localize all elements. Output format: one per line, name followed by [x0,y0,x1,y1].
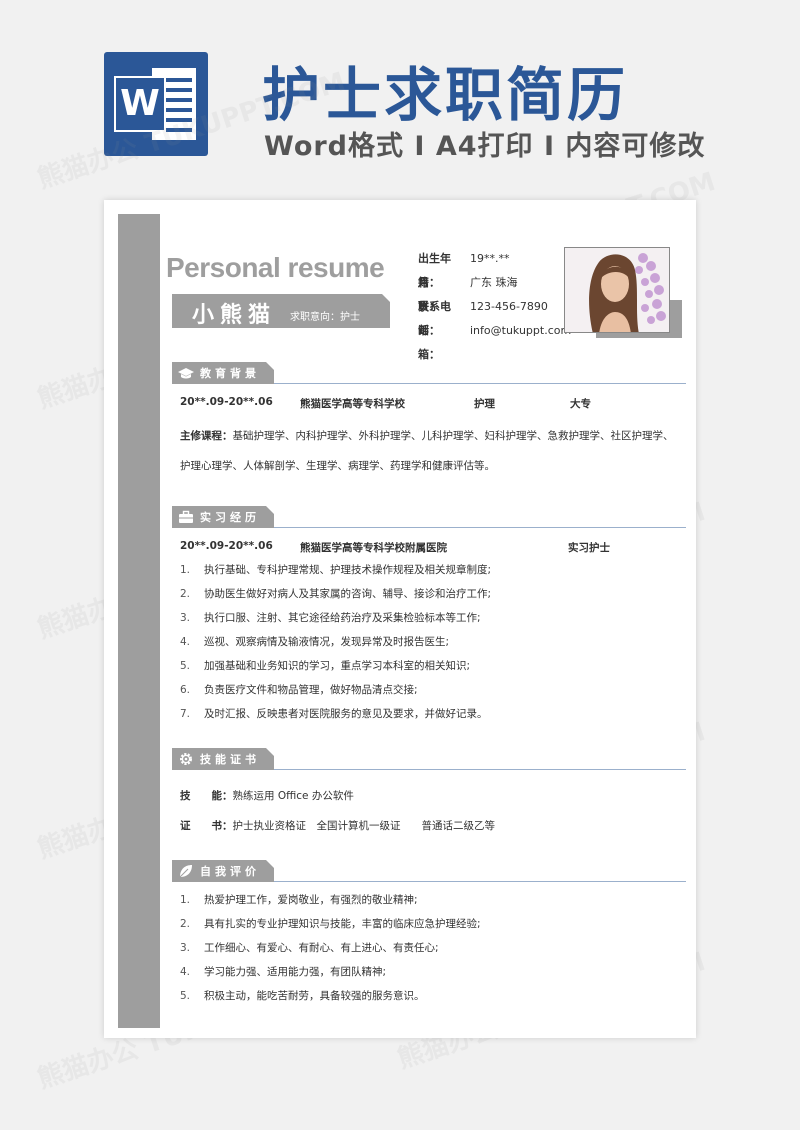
section-rule [274,881,686,882]
banner-subtitle: Word格式 I A4打印 I 内容可修改 [264,131,706,162]
list-item: 3. 工作细心、有爱心、有耐心、有上进心、有责任心; [180,936,481,960]
item-text: 负责医疗文件和物品管理，做好物品清点交接; [204,684,418,696]
item-number: 3. [180,942,191,954]
email-value: info@tukuppt.com [470,324,572,337]
info-row: 联系电话： 123-456-7890 [418,295,571,337]
internship-role: 实习护士 [568,542,610,554]
cert-value: 护士执业资格证 全国计算机一级证 普通话二级乙等 [232,820,496,832]
item-number: 5. [180,990,191,1002]
list-item: 7. 及时汇报、反映患者对医院服务的意见及要求，并做好记录。 [180,702,491,726]
resume-heading: Personal resume [166,252,385,283]
item-number: 3. [180,612,191,624]
item-number: 2. [180,918,191,930]
job-intent: 求职意向：护士 [290,312,360,323]
item-text: 及时汇报、反映患者对医院服务的意见及要求，并做好记录。 [204,708,488,720]
info-row: 籍 贯： 广东 珠海 [418,271,571,313]
item-text: 学习能力强、适用能力强，有团队精神; [204,966,387,978]
item-text: 积极主动，能吃苦耐劳，具备较强的服务意识。 [204,990,425,1002]
courses-label: 主修课程： [180,430,233,442]
leaf-icon [179,865,192,878]
info-label: 籍 贯： [418,276,451,313]
education-period: 20**.09-20**.06 [180,396,273,408]
skill-row: 技 能：熟练运用 Office 办公软件 [180,788,354,803]
section-header-education: 教育背景 [172,362,686,384]
profile-photo [564,247,670,333]
briefcase-icon [179,510,193,523]
item-number: 2. [180,588,191,600]
item-text: 热爱护理工作，爱岗敬业，有强烈的敬业精神; [204,894,418,906]
item-text: 执行口服、注射、其它途径给药治疗及采集检验标本等工作; [204,612,481,624]
section-rule [274,527,686,528]
cert-row: 证 书：护士执业资格证 全国计算机一级证 普通话二级乙等 [180,818,495,833]
hometown-value: 广东 珠海 [470,276,518,289]
cert-label: 证 书： [180,820,233,832]
courses-line-2: 护理心理学、人体解剖学、生理学、病理学、药理学和健康评估等。 [180,460,495,472]
info-label: 出生年月： [418,252,451,289]
item-text: 工作细心、有爱心、有耐心、有上进心、有责任心; [204,942,439,954]
self-eval-list: 1. 热爱护理工作，爱岗敬业，有强烈的敬业精神; 2. 具有扎实的专业护理知识与技能… [180,888,481,1008]
item-text: 执行基础、专科护理常规、护理技术操作规程及相关规章制度; [204,564,492,576]
section-rule [274,383,686,384]
item-number: 5. [180,660,191,672]
courses-line-1: 主修课程：基础护理学、内科护理学、外科护理学、儿科护理学、妇科护理学、急救护理学… [180,428,674,443]
list-item: 5. 积极主动，能吃苦耐劳，具备较强的服务意识。 [180,984,481,1008]
list-item: 3. 执行口服、注射、其它途径给药治疗及采集检验标本等工作; [180,606,491,630]
section-header-internship: 实习经历 [172,506,686,528]
banner-title: 护士求职简历 [262,61,629,129]
info-row: 出生年月： 19**.** [418,247,571,289]
item-number: 1. [180,894,191,906]
skill-value: 熟练运用 Office 办公软件 [232,790,354,802]
list-item: 2. 协助医生做好对病人及其家属的咨询、辅导、接诊和治疗工作; [180,582,491,606]
word-logo-icon: W [104,52,208,156]
internship-period: 20**.09-20**.06 [180,540,273,552]
item-text: 协助医生做好对病人及其家属的咨询、辅导、接诊和治疗工作; [204,588,492,600]
info-label: 联系电话： [418,300,451,337]
internship-duties: 1. 执行基础、专科护理常规、护理技术操作规程及相关规章制度; 2. 协助医生做好对… [180,558,491,726]
item-number: 6. [180,684,191,696]
section-header-self-eval: 自我评价 [172,860,686,882]
item-number: 4. [180,636,191,648]
phone-value: 123-456-7890 [470,300,548,313]
info-row: 邮 箱： info@tukuppt.com [418,319,572,361]
candidate-name: 小熊猫 [192,303,277,328]
list-item: 1. 热爱护理工作，爱岗敬业，有强烈的敬业精神; [180,888,481,912]
courses-text: 基础护理学、内科护理学、外科护理学、儿科护理学、妇科护理学、急救护理学、社区护理… [232,430,674,442]
section-rule [274,769,686,770]
graduation-cap-icon [178,368,194,379]
gear-icon [180,753,192,765]
list-item: 2. 具有扎实的专业护理知识与技能，丰富的临床应急护理经验; [180,912,481,936]
list-item: 1. 执行基础、专科护理常规、护理技术操作规程及相关规章制度; [180,558,491,582]
item-text: 巡视、观察病情及输液情况，发现异常及时报告医生; [204,636,450,648]
section-title: 实习经历 [200,511,260,524]
personal-info: 出生年月： 19**.** 籍 贯： 广东 珠海 联系电话： 123-456-7890… [418,247,572,361]
item-text: 具有扎实的专业护理知识与技能，丰富的临床应急护理经验; [204,918,481,930]
education-major: 护理 [474,398,495,410]
list-item: 4. 学习能力强、适用能力强，有团队精神; [180,960,481,984]
birth-value: 19**.** [470,252,510,265]
item-text: 加强基础和业务知识的学习，重点学习本科室的相关知识; [204,660,471,672]
section-title: 自我评价 [200,865,260,878]
item-number: 7. [180,708,191,720]
education-school: 熊猫医学高等专科学校 [300,398,405,410]
internship-org: 熊猫医学高等专科学校附属医院 [300,542,447,554]
side-bar [118,214,160,1028]
education-degree: 大专 [570,398,591,410]
word-logo-letter: W [114,76,166,132]
section-title: 技能证书 [200,753,260,766]
item-number: 4. [180,966,191,978]
list-item: 4. 巡视、观察病情及输液情况，发现异常及时报告医生; [180,630,491,654]
section-header-skills: 技能证书 [172,748,686,770]
list-item: 6. 负责医疗文件和物品管理，做好物品清点交接; [180,678,491,702]
skill-label: 技 能： [180,790,233,802]
info-label: 邮 箱： [418,324,451,361]
section-title: 教育背景 [200,367,260,380]
item-number: 1. [180,564,191,576]
resume-page: Personal resume 小熊猫 求职意向：护士 出生年月： 19**.**… [104,200,696,1038]
list-item: 5. 加强基础和业务知识的学习，重点学习本科室的相关知识; [180,654,491,678]
